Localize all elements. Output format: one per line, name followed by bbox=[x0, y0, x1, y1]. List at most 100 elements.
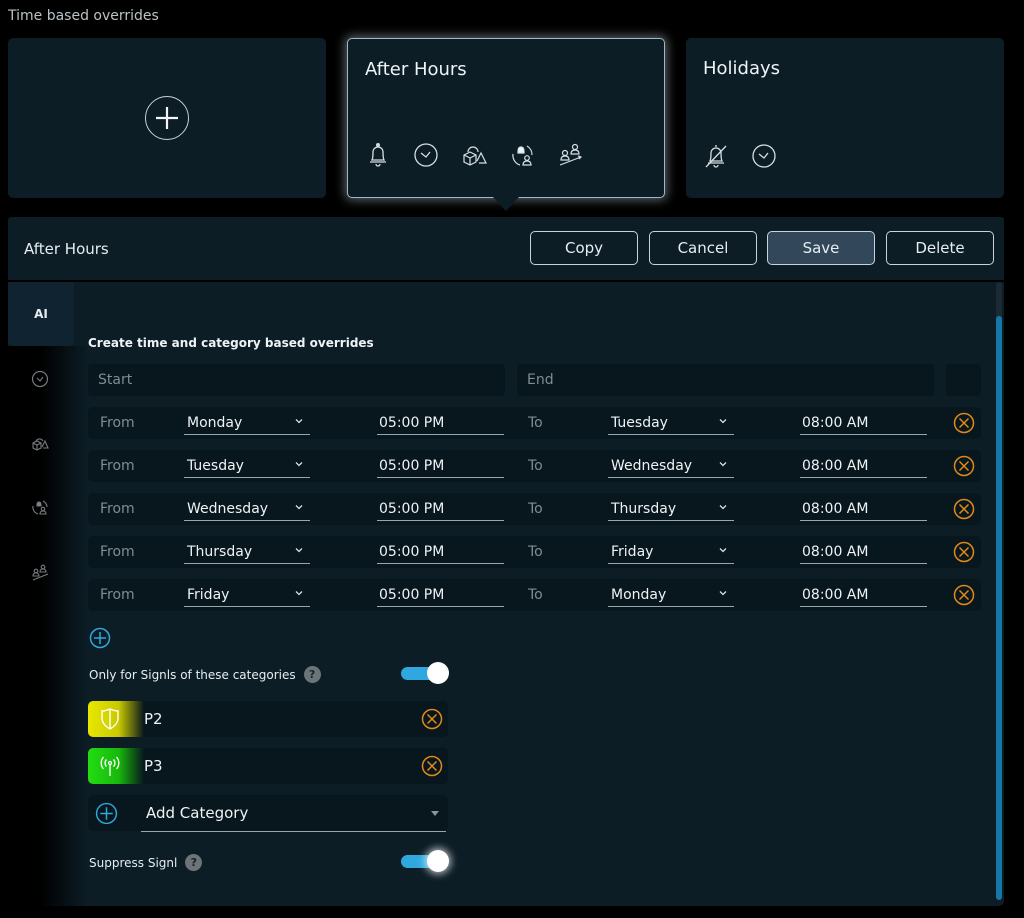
clock-icon bbox=[752, 144, 776, 168]
from-time-input[interactable]: 05:00 PM bbox=[377, 411, 504, 435]
from-time-input[interactable]: 05:00 PM bbox=[377, 497, 504, 521]
to-day-select[interactable]: Friday bbox=[608, 540, 734, 564]
to-day-select[interactable]: Monday bbox=[608, 583, 734, 607]
to-time-input[interactable]: 08:00 AM bbox=[800, 540, 927, 564]
to-time-input[interactable]: 08:00 AM bbox=[800, 411, 927, 435]
from-day-select[interactable]: Thursday bbox=[184, 540, 310, 564]
sidebar-tab-ai[interactable]: AI bbox=[8, 282, 74, 346]
override-card-after-hours[interactable]: After Hours bbox=[347, 38, 665, 198]
to-label: To bbox=[528, 587, 543, 603]
to-label: To bbox=[528, 544, 543, 560]
sidebar bbox=[8, 346, 88, 906]
categories-toggle[interactable] bbox=[399, 662, 449, 684]
header-action-cell bbox=[946, 364, 981, 396]
plus-circle-icon[interactable] bbox=[145, 96, 189, 140]
copy-button[interactable]: Copy bbox=[530, 231, 638, 265]
schedule-row: From Tuesday 05:00 PM To Wednesday 08:00 AM bbox=[88, 450, 981, 482]
end-field[interactable]: End bbox=[517, 364, 934, 396]
card-title: After Hours bbox=[365, 59, 467, 80]
from-day-value: Monday bbox=[187, 415, 243, 431]
from-label: From bbox=[100, 587, 135, 603]
sidebar-bell-rotate-user-icon[interactable] bbox=[30, 497, 50, 517]
help-icon[interactable]: ? bbox=[303, 666, 321, 683]
to-day-select[interactable]: Thursday bbox=[608, 497, 734, 521]
from-time-input[interactable]: 05:00 PM bbox=[377, 583, 504, 607]
schedule-row: From Friday 05:00 PM To Monday 08:00 AM bbox=[88, 579, 981, 611]
chevron-down-icon bbox=[719, 548, 727, 553]
override-card-holidays[interactable]: Holidays bbox=[686, 38, 1004, 198]
to-label: To bbox=[528, 501, 543, 517]
bell-icon bbox=[370, 143, 386, 167]
delete-button[interactable]: Delete bbox=[886, 231, 994, 265]
cancel-button[interactable]: Cancel bbox=[649, 231, 757, 265]
to-day-value: Monday bbox=[611, 587, 667, 603]
add-category-label: Add Category bbox=[146, 804, 249, 822]
to-day-select[interactable]: Tuesday bbox=[608, 411, 734, 435]
chevron-down-icon bbox=[295, 548, 303, 553]
category-color bbox=[88, 701, 144, 737]
from-day-select[interactable]: Tuesday bbox=[184, 454, 310, 478]
chevron-down-icon bbox=[719, 462, 727, 467]
caret-down-icon bbox=[431, 811, 439, 816]
add-category-select[interactable]: Add Category bbox=[141, 795, 446, 832]
to-time-input[interactable]: 08:00 AM bbox=[800, 583, 927, 607]
editor-header: After Hours Copy Cancel Save Delete bbox=[8, 217, 1004, 280]
from-time-input[interactable]: 05:00 PM bbox=[377, 540, 504, 564]
scrollbar-thumb[interactable] bbox=[996, 316, 1002, 900]
sidebar-shapes-icon[interactable] bbox=[30, 433, 50, 453]
sidebar-users-escalate-icon[interactable] bbox=[30, 562, 50, 582]
category-item: P2 bbox=[88, 701, 448, 737]
chevron-down-icon bbox=[295, 462, 303, 467]
remove-category-button[interactable] bbox=[421, 755, 443, 777]
ai-text-icon: AI bbox=[34, 307, 48, 321]
to-day-select[interactable]: Wednesday bbox=[608, 454, 734, 478]
from-day-value: Thursday bbox=[187, 544, 253, 560]
editor-panel: AI Create time and category based overri… bbox=[8, 282, 1004, 906]
remove-row-button[interactable] bbox=[953, 412, 975, 434]
suppress-label: Suppress Signl bbox=[89, 855, 178, 870]
start-field[interactable]: Start bbox=[88, 364, 505, 396]
chevron-down-icon bbox=[295, 591, 303, 596]
categories-label: Only for Signls of these categories bbox=[89, 667, 296, 682]
antenna-icon bbox=[100, 756, 120, 776]
add-override-card[interactable] bbox=[8, 38, 326, 198]
suppress-toggle[interactable] bbox=[399, 850, 449, 872]
remove-row-button[interactable] bbox=[953, 498, 975, 520]
add-row-button[interactable] bbox=[89, 627, 111, 649]
categories-option: Only for Signls of these categories ? bbox=[89, 666, 321, 683]
save-button[interactable]: Save bbox=[767, 231, 875, 265]
to-time-input[interactable]: 08:00 AM bbox=[800, 497, 927, 521]
scrollbar[interactable] bbox=[996, 282, 1002, 900]
clock-icon bbox=[414, 143, 438, 167]
help-icon[interactable]: ? bbox=[185, 854, 203, 871]
to-label: To bbox=[528, 458, 543, 474]
to-label: To bbox=[528, 415, 543, 431]
from-time-input[interactable]: 05:00 PM bbox=[377, 454, 504, 478]
shield-icon bbox=[101, 708, 119, 730]
from-label: From bbox=[100, 415, 135, 431]
from-day-select[interactable]: Friday bbox=[184, 583, 310, 607]
to-time-input[interactable]: 08:00 AM bbox=[800, 454, 927, 478]
remove-category-button[interactable] bbox=[421, 708, 443, 730]
from-day-select[interactable]: Wednesday bbox=[184, 497, 310, 521]
bell-rotate-user-icon bbox=[512, 145, 533, 166]
users-escalate-icon bbox=[559, 143, 583, 166]
bell-off-icon bbox=[705, 145, 727, 168]
suppress-option: Suppress Signl ? bbox=[89, 854, 203, 871]
from-label: From bbox=[100, 458, 135, 474]
section-heading: Create time and category based overrides bbox=[88, 336, 374, 350]
from-day-select[interactable]: Monday bbox=[184, 411, 310, 435]
from-day-value: Friday bbox=[187, 587, 230, 603]
to-day-value: Thursday bbox=[611, 501, 677, 517]
plus-circle-icon[interactable] bbox=[95, 802, 118, 825]
remove-row-button[interactable] bbox=[953, 541, 975, 563]
sidebar-clock-icon[interactable] bbox=[30, 369, 50, 389]
remove-row-button[interactable] bbox=[953, 455, 975, 477]
chevron-down-icon bbox=[719, 419, 727, 424]
to-day-value: Friday bbox=[611, 544, 654, 560]
toggle-knob bbox=[427, 662, 449, 684]
chevron-down-icon bbox=[719, 591, 727, 596]
remove-row-button[interactable] bbox=[953, 584, 975, 606]
from-day-value: Tuesday bbox=[187, 458, 244, 474]
shapes-icon bbox=[463, 146, 487, 166]
